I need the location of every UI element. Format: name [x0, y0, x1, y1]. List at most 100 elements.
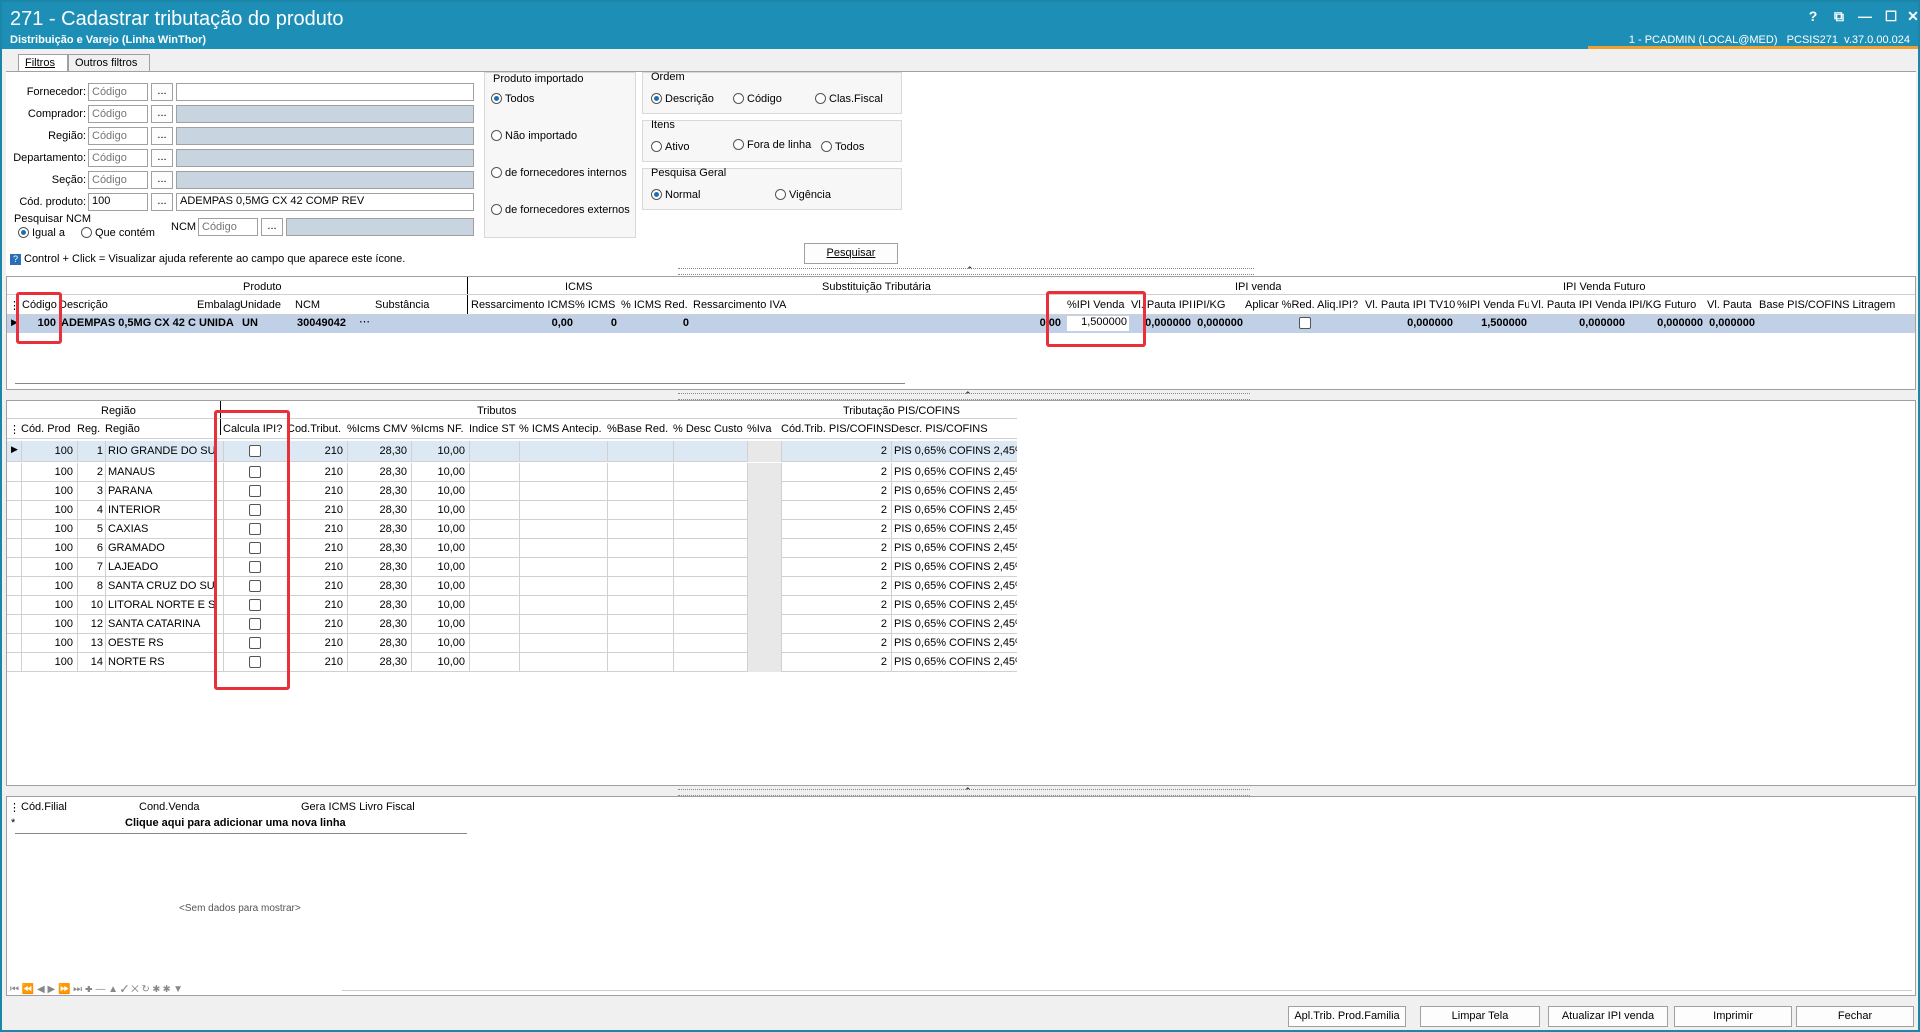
header-ress-iva[interactable]: Ressarcimento IVA [693, 299, 813, 311]
cell-icms-cmv[interactable]: 28,30 [347, 501, 409, 520]
cell-base-red[interactable] [607, 441, 673, 462]
cell-descr-pis[interactable]: PIS 0,65% COFINS 2,45% [891, 577, 1017, 596]
cell-indice-st[interactable] [469, 558, 519, 577]
fornecedor-code-input[interactable] [88, 83, 148, 101]
add-row-link[interactable]: Clique aqui para adicionar uma nova linh… [125, 817, 346, 829]
header-descricao[interactable]: Descrição [59, 299, 199, 311]
cell-iva[interactable] [747, 441, 781, 462]
restore-icon[interactable]: ⧉ [1828, 8, 1850, 26]
splitter-1[interactable]: ⌃ [678, 265, 1254, 275]
cell-cod-prod[interactable]: 100 [21, 558, 75, 577]
cell-base-red[interactable] [607, 558, 673, 577]
radio-que-contem[interactable]: Que contém [81, 227, 155, 239]
cell-regiao[interactable]: SANTA CATARINA [105, 615, 217, 634]
header-reg[interactable]: Reg. [77, 423, 107, 435]
cell-regiao[interactable]: PARANA [105, 482, 217, 501]
column-grip-icon[interactable]: ⋮ [9, 423, 20, 436]
cell-regiao[interactable]: LITORAL NORTE E SUL [105, 596, 217, 615]
cell-cod-tribut[interactable]: 210 [287, 558, 345, 577]
cell-icms-nf[interactable]: 10,00 [411, 615, 467, 634]
radio-ordem-clas-fiscal[interactable]: Clas.Fiscal [815, 93, 883, 105]
cell-desc-custo[interactable] [673, 463, 747, 482]
table-row[interactable]: 100 13 OESTE RS 210 28,30 10,00 2 PIS 0,65% COF… [7, 634, 1017, 653]
cell-ipikg-futuro[interactable]: 0,000000 [1629, 317, 1705, 329]
header-cond-venda[interactable]: Cond.Venda [139, 801, 200, 813]
cell-cod-prod[interactable]: 100 [21, 501, 75, 520]
table-row[interactable]: 100 8 SANTA CRUZ DO SUL 210 28,30 10,00 2 PIS 0… [7, 577, 1017, 596]
cell-desc-custo[interactable] [673, 653, 747, 672]
cell-descr-pis[interactable]: PIS 0,65% COFINS 2,45% [891, 482, 1017, 501]
header-icms-cmv[interactable]: %Icms CMV [347, 423, 413, 435]
cell-base-red[interactable] [607, 463, 673, 482]
cell-iva[interactable] [747, 615, 781, 634]
cell-descr-pis[interactable]: PIS 0,65% COFINS 2,45% [891, 653, 1017, 672]
cell-regiao[interactable]: INTERIOR [105, 501, 217, 520]
header-cod-trib-pis[interactable]: Cód.Trib. PIS/COFINS [781, 423, 891, 435]
header-ipi-kg[interactable]: IPI/KG [1193, 299, 1245, 311]
cell-icms-antecip[interactable] [519, 539, 605, 558]
cell-indice-st[interactable] [469, 577, 519, 596]
cell-icms-cmv[interactable]: 28,30 [347, 520, 409, 539]
navigator-bar[interactable]: ⏮ ⏪ ◀ ▶ ⏩ ⏭ ✚ — ▲ ✓ ✕ ↻ ✱ ✱ ▼ [10, 984, 183, 995]
secao-lookup-button[interactable]: ... [151, 171, 173, 189]
column-grip-icon[interactable]: ⋮ [9, 801, 20, 814]
comprador-lookup-button[interactable]: ... [151, 105, 173, 123]
header-ipikg-futuro[interactable]: IPI/KG Futuro [1629, 299, 1707, 311]
cell-cod-prod[interactable]: 100 [21, 441, 75, 462]
cell-base-red[interactable] [607, 501, 673, 520]
cell-icms-antecip[interactable] [519, 520, 605, 539]
produto-desc-field[interactable]: ADEMPAS 0,5MG CX 42 COMP REV [176, 193, 474, 211]
header-desc-custo[interactable]: % Desc Custo [673, 423, 747, 435]
cell-icms-antecip[interactable] [519, 577, 605, 596]
cell-desc-custo[interactable] [673, 482, 747, 501]
cell-iva[interactable] [747, 539, 781, 558]
cell-icms-nf[interactable]: 10,00 [411, 463, 467, 482]
cell-cod-tribut[interactable]: 210 [287, 441, 345, 462]
table-row[interactable]: 100 6 GRAMADO 210 28,30 10,00 2 PIS 0,65% COFIN… [7, 539, 1017, 558]
header-aplicar-red[interactable]: Aplicar %Red. Aliq.IPI? [1245, 299, 1363, 311]
header-vl-pauta[interactable]: Vl. Pauta [1707, 299, 1757, 311]
comprador-code-input[interactable] [88, 105, 148, 123]
radio-todos-importado[interactable]: Todos [491, 93, 534, 105]
cell-regiao[interactable]: SANTA CRUZ DO SUL [105, 577, 217, 596]
cell-cod-trib-pis[interactable]: 2 [781, 501, 889, 520]
cell-icms-nf[interactable]: 10,00 [411, 653, 467, 672]
cell-icms-antecip[interactable] [519, 596, 605, 615]
cell-ress-iva[interactable]: 0,00 [693, 317, 1063, 329]
table-row[interactable]: ▶ 100 ADEMPAS 0,5MG CX 42 C UNIDA UN 300… [7, 315, 1915, 333]
cell-indice-st[interactable] [469, 482, 519, 501]
cell-iva[interactable] [747, 501, 781, 520]
cell-icms-cmv[interactable]: 28,30 [347, 463, 409, 482]
cell-descr-pis[interactable]: PIS 0,65% COFINS 2,45% [891, 634, 1017, 653]
cell-cod-trib-pis[interactable]: 2 [781, 482, 889, 501]
pesquisar-button[interactable]: Pesquisar [804, 243, 898, 264]
cell-regiao[interactable]: LAJEADO [105, 558, 217, 577]
cell-icms-cmv[interactable]: 28,30 [347, 558, 409, 577]
header-pauta-ipi-venda[interactable]: Vl. Pauta IPI Venda [1531, 299, 1629, 311]
cell-reg[interactable]: 6 [77, 539, 105, 558]
cell-cod-trib-pis[interactable]: 2 [781, 539, 889, 558]
cell-cod-tribut[interactable]: 210 [287, 615, 345, 634]
cell-reg[interactable]: 1 [77, 441, 105, 462]
cell-indice-st[interactable] [469, 520, 519, 539]
splitter-2[interactable]: ⌃ [678, 390, 1250, 400]
cell-cod-tribut[interactable]: 210 [287, 539, 345, 558]
cell-descr-pis[interactable]: PIS 0,65% COFINS 2,45% [891, 501, 1017, 520]
header-icms-antecip[interactable]: % ICMS Antecip. [519, 423, 605, 435]
cell-cod-trib-pis[interactable]: 2 [781, 441, 889, 462]
cell-icms-nf[interactable]: 10,00 [411, 482, 467, 501]
table-row[interactable]: ▶ 100 1 RIO GRANDE DO SUL 210 28,30 10,00 2 PIS … [7, 441, 1017, 462]
cell-base-red[interactable] [607, 653, 673, 672]
departamento-code-input[interactable] [88, 149, 148, 167]
cell-cod-tribut[interactable]: 210 [287, 520, 345, 539]
imprimir-button[interactable]: Imprimir [1674, 1006, 1792, 1027]
table-row[interactable]: 100 14 NORTE RS 210 28,30 10,00 2 PIS 0,65% COF… [7, 653, 1017, 672]
splitter-3[interactable]: ⌃ [678, 786, 1250, 796]
cell-icms-cmv[interactable]: 28,30 [347, 482, 409, 501]
cell-cod-trib-pis[interactable]: 2 [781, 463, 889, 482]
cell-reg[interactable]: 8 [77, 577, 105, 596]
help-icon[interactable]: ? [10, 254, 21, 265]
header-ress-icms[interactable]: Ressarcimento ICMS [471, 299, 581, 311]
cell-icms-cmv[interactable]: 28,30 [347, 596, 409, 615]
cell-cod-tribut[interactable]: 210 [287, 501, 345, 520]
